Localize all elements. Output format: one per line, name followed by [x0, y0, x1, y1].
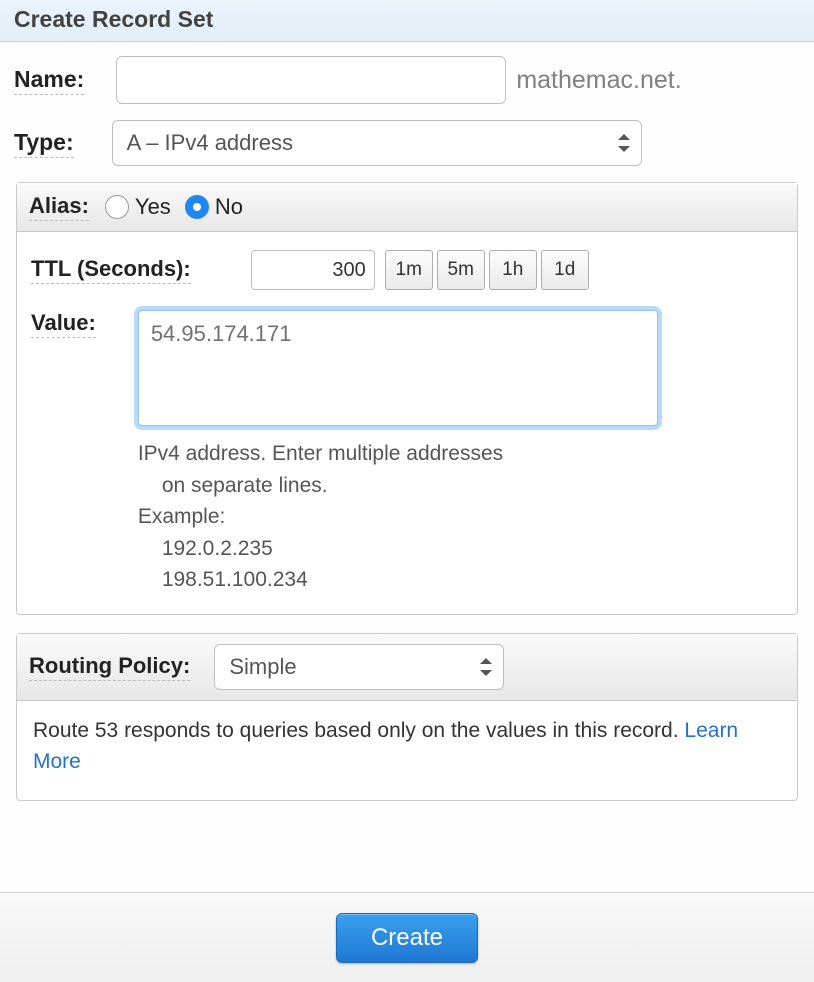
create-button[interactable]: Create: [336, 913, 478, 963]
ttl-preset-1d-button[interactable]: 1d: [541, 250, 589, 290]
alias-panel: Alias: Yes No TTL (Seconds): 1m 5m 1h 1d: [16, 182, 798, 615]
ttl-input[interactable]: [251, 250, 375, 290]
helper-line: on separate lines.: [138, 470, 658, 502]
routing-policy-value: Simple: [229, 654, 296, 680]
value-helper-text: IPv4 address. Enter multiple addresses o…: [138, 438, 658, 596]
page-title: Create Record Set: [0, 0, 814, 42]
routing-description: Route 53 responds to queries based only …: [33, 719, 684, 742]
type-label: Type:: [14, 129, 74, 158]
domain-suffix: mathemac.net.: [516, 66, 681, 95]
ttl-label: TTL (Seconds):: [31, 256, 191, 284]
helper-line: 198.51.100.234: [138, 564, 658, 596]
routing-policy-select[interactable]: Simple: [214, 644, 504, 690]
ttl-preset-5m-button[interactable]: 5m: [437, 250, 485, 290]
value-label: Value:: [31, 310, 96, 338]
footer-bar: Create: [0, 892, 814, 982]
helper-line: IPv4 address. Enter multiple addresses: [138, 442, 503, 465]
alias-yes-radio[interactable]: Yes: [105, 194, 171, 220]
alias-label: Alias:: [29, 193, 89, 221]
ttl-preset-1m-button[interactable]: 1m: [385, 250, 433, 290]
radio-icon: [185, 195, 209, 219]
alias-no-radio[interactable]: No: [185, 194, 243, 220]
alias-no-label: No: [215, 194, 243, 220]
ttl-preset-1h-button[interactable]: 1h: [489, 250, 537, 290]
chevron-updown-icon: [480, 658, 492, 676]
type-select-value: A – IPv4 address: [127, 130, 293, 156]
type-select[interactable]: A – IPv4 address: [112, 120, 642, 166]
value-textarea[interactable]: [138, 310, 658, 426]
helper-line: 192.0.2.235: [138, 533, 658, 565]
helper-line: Example:: [138, 505, 226, 528]
name-input[interactable]: [116, 56, 506, 104]
name-label: Name:: [14, 66, 84, 95]
chevron-updown-icon: [618, 134, 630, 152]
routing-policy-label: Routing Policy:: [29, 653, 190, 681]
radio-icon: [105, 195, 129, 219]
alias-yes-label: Yes: [135, 194, 171, 220]
routing-panel: Routing Policy: Simple Route 53 responds…: [16, 633, 798, 801]
